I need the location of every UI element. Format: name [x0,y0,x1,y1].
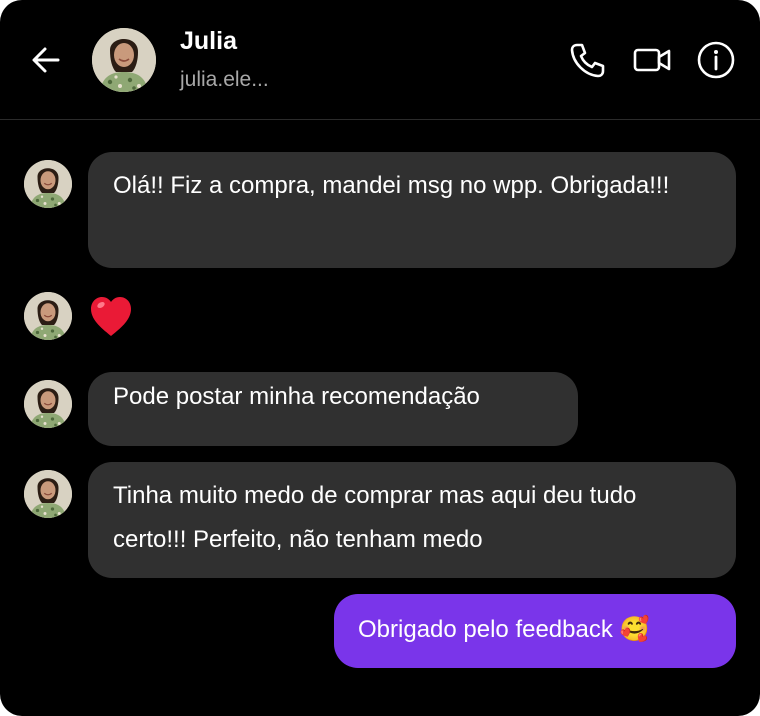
incoming-message[interactable]: Olá!! Fiz a compra, mandei msg no wpp. O… [88,152,736,268]
phone-icon [570,43,605,78]
outgoing-message[interactable]: Obrigado pelo feedback 🥰 [334,594,736,668]
message-text: Olá!! Fiz a compra, mandei msg no wpp. O… [113,172,670,199]
sender-avatar[interactable] [24,292,72,340]
contact-avatar[interactable] [92,28,156,92]
voice-call-button[interactable] [568,40,608,80]
chat-window: Julia julia.ele... Olá!! Fiz a compra, m… [0,0,760,716]
message-text: Tinha muito medo de comprar mas aqui deu… [113,482,637,553]
heart-emoji-message[interactable]: ❤️ [88,294,134,349]
sender-avatar[interactable] [24,380,72,428]
message-text: Obrigado pelo feedback 🥰 [358,616,650,643]
incoming-message[interactable]: Tinha muito medo de comprar mas aqui deu… [88,462,736,578]
sender-avatar[interactable] [24,160,72,208]
video-camera-icon [633,48,671,72]
chat-header: Julia julia.ele... [0,0,760,120]
arrow-left-icon [32,47,60,73]
conversation-info-button[interactable] [696,40,736,80]
heart-icon [91,297,131,336]
incoming-message[interactable]: Pode postar minha recomendação [88,372,578,446]
contact-name[interactable]: Julia [180,27,237,56]
info-icon [697,41,735,79]
contact-handle[interactable]: julia.ele... [180,68,269,92]
sender-avatar[interactable] [24,470,72,518]
video-call-button[interactable] [632,40,672,80]
back-button[interactable] [28,42,64,78]
message-text: Pode postar minha recomendação [113,383,480,410]
